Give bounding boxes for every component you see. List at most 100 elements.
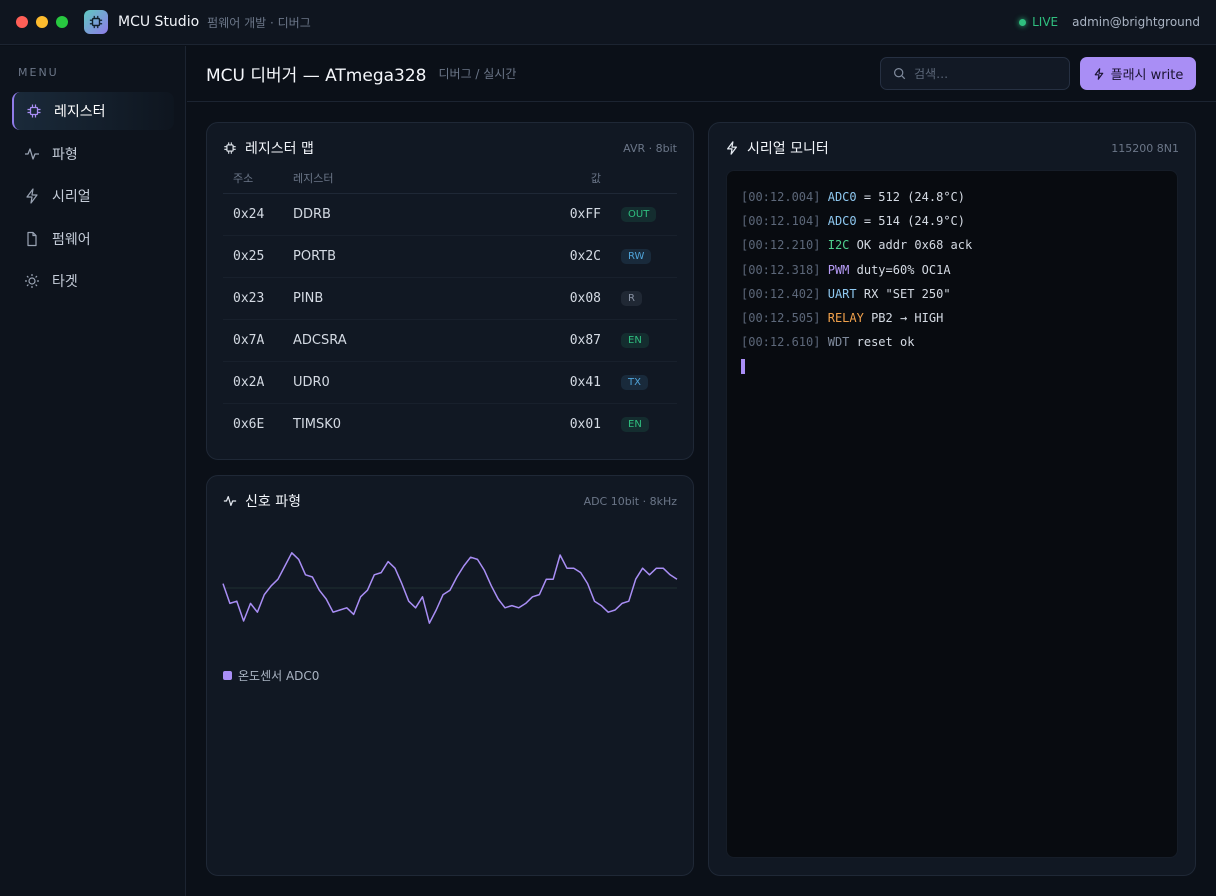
register-address: 0x23 — [223, 277, 293, 320]
serial-monitor-card: 시리얼 모니터 115200 8N1 [00:12.004] ADC0 = 51… — [708, 122, 1196, 876]
register-address: 0x25 — [223, 235, 293, 278]
log-timestamp: [00:12.210] — [741, 238, 821, 253]
log-message: = 512 (24.8°C) — [856, 190, 965, 204]
waveform-icon — [223, 496, 237, 506]
breadcrumb: 디버그 / 실시간 — [438, 67, 517, 81]
table-row[interactable]: 0x24 DDRB 0xFF OUT — [223, 193, 677, 236]
column-header-register: 레지스터 — [293, 163, 543, 194]
title-bar: MCU Studio 펌웨어 개발 · 디버그 LIVE admin@brigh… — [0, 0, 1216, 45]
log-timestamp: [00:12.505] — [741, 310, 821, 325]
waveform-card: 신호 파형 ADC 10bit · 8kHz 온도센서 ADC0 — [206, 475, 694, 876]
log-timestamp: [00:12.318] — [741, 262, 821, 277]
log-line: [00:12.505] RELAY PB2 → HIGH — [741, 306, 1163, 330]
lightning-icon — [1094, 67, 1103, 80]
user-account[interactable]: admin@brightground — [1072, 15, 1200, 29]
chip-icon — [89, 15, 103, 29]
table-row[interactable]: 0x6E TIMSK0 0x01 EN — [223, 403, 677, 445]
log-tag: RELAY — [827, 310, 864, 325]
log-timestamp: [00:12.104] — [741, 214, 821, 229]
page-header: MCU 디버거 — ATmega328 디버그 / 실시간 플래시 write — [187, 46, 1216, 102]
register-address: 0x7A — [223, 319, 293, 362]
serial-monitor-title: 시리얼 모니터 — [747, 141, 829, 157]
search-input[interactable] — [914, 66, 1054, 81]
table-header-row: 주소 레지스터 값 — [223, 163, 677, 194]
serial-console[interactable]: [00:12.004] ADC0 = 512 (24.8°C) [00:12.10… — [726, 170, 1178, 858]
lightning-icon — [727, 141, 737, 155]
waveform-meta: ADC 10bit · 8kHz — [583, 494, 677, 508]
register-flag-cell: OUT — [621, 193, 677, 236]
flash-write-label: 플래시 write — [1110, 68, 1184, 83]
log-message: RX "SET 250" — [856, 286, 951, 301]
waveform-icon — [25, 147, 39, 160]
log-line: [00:12.318] PWM duty=60% OC1A — [741, 258, 1163, 282]
register-flag-cell: EN — [621, 319, 677, 362]
sidebar-item-registers[interactable]: 레지스터 — [12, 92, 174, 130]
register-address: 0x24 — [223, 193, 293, 236]
log-tag: UART — [827, 286, 857, 301]
log-line: [00:12.402] UART RX "SET 250" — [741, 282, 1163, 306]
flash-write-button[interactable]: 플래시 write — [1080, 57, 1196, 90]
sidebar-item-firmware[interactable]: 펌웨어 — [12, 220, 174, 258]
waveform-chart — [222, 552, 678, 624]
live-label: LIVE — [1032, 15, 1059, 29]
live-indicator: LIVE — [1019, 15, 1058, 29]
close-window-button[interactable] — [16, 16, 28, 28]
menu-label: MENU — [18, 66, 59, 79]
sidebar-item-label: 파형 — [52, 146, 78, 163]
log-message: reset ok — [849, 335, 915, 350]
register-flag-cell: EN — [621, 403, 677, 445]
app-name: MCU Studio — [118, 14, 200, 30]
register-name: ADCSRA — [293, 319, 543, 362]
register-flag-cell: RW — [621, 235, 677, 278]
register-table: 주소 레지스터 값 0x24 DDRB 0xFF OUT 0x25 PORTB 0x2C RW… — [223, 163, 677, 445]
log-tag: PWM — [827, 262, 850, 277]
sidebar-item-label: 타겟 — [52, 274, 78, 290]
sidebar-item-serial[interactable]: 시리얼 — [12, 177, 174, 215]
register-map-title: 레지스터 맵 — [245, 141, 314, 157]
log-timestamp: [00:12.004] — [741, 190, 821, 204]
legend-swatch — [223, 671, 232, 680]
register-flag-badge: TX — [621, 375, 648, 390]
sidebar-item-target[interactable]: 타겟 — [12, 262, 174, 300]
waveform-legend: 온도센서 ADC0 — [223, 667, 319, 684]
table-row[interactable]: 0x25 PORTB 0x2C RW — [223, 235, 677, 278]
register-address: 0x2A — [223, 361, 293, 404]
table-row[interactable]: 0x23 PINB 0x08 R — [223, 277, 677, 320]
minimize-window-button[interactable] — [36, 16, 48, 28]
register-flag-badge: EN — [621, 333, 649, 348]
register-name: UDR0 — [293, 361, 543, 404]
sidebar-item-waveform[interactable]: 파형 — [12, 135, 174, 173]
register-flag-badge: RW — [621, 249, 652, 264]
register-map-meta: AVR · 8bit — [623, 141, 677, 155]
sidebar-item-label: 레지스터 — [54, 104, 106, 120]
log-message: OK addr 0x68 ack — [849, 238, 973, 253]
register-value: 0x87 — [543, 319, 621, 362]
search-box[interactable] — [880, 57, 1070, 90]
page-title: MCU 디버거 — ATmega328 — [206, 66, 427, 86]
app-subtitle: 펌웨어 개발 · 디버그 — [207, 15, 311, 30]
table-row[interactable]: 0x7A ADCSRA 0x87 EN — [223, 319, 677, 362]
legend-label: 온도센서 ADC0 — [238, 669, 320, 683]
maximize-window-button[interactable] — [56, 16, 68, 28]
sidebar-item-label: 펌웨어 — [52, 231, 91, 248]
chip-icon — [27, 104, 41, 118]
register-name: TIMSK0 — [293, 416, 342, 432]
log-tag: ADC0 — [827, 214, 857, 229]
column-header-address: 주소 — [223, 163, 293, 194]
register-value: 0xFF — [543, 193, 621, 236]
register-flag-cell: R — [621, 277, 677, 320]
register-flag-badge: EN — [621, 417, 649, 433]
sidebar-nav: 레지스터 파형 시리얼 펌웨어 타겟 — [12, 92, 174, 305]
log-message: PB2 → HIGH — [863, 310, 944, 325]
sun-icon — [25, 274, 39, 288]
live-dot-icon — [1019, 18, 1027, 26]
register-name: PORTB — [293, 235, 543, 278]
window-controls — [16, 16, 68, 28]
log-message: duty=60% OC1A — [849, 262, 951, 277]
register-flag-cell: TX — [621, 361, 677, 404]
file-icon — [27, 231, 37, 246]
chip-icon — [224, 142, 236, 154]
register-value: 0x2C — [543, 235, 621, 278]
log-timestamp: [00:12.402] — [741, 286, 821, 301]
table-row[interactable]: 0x2A UDR0 0x41 TX — [223, 361, 677, 404]
